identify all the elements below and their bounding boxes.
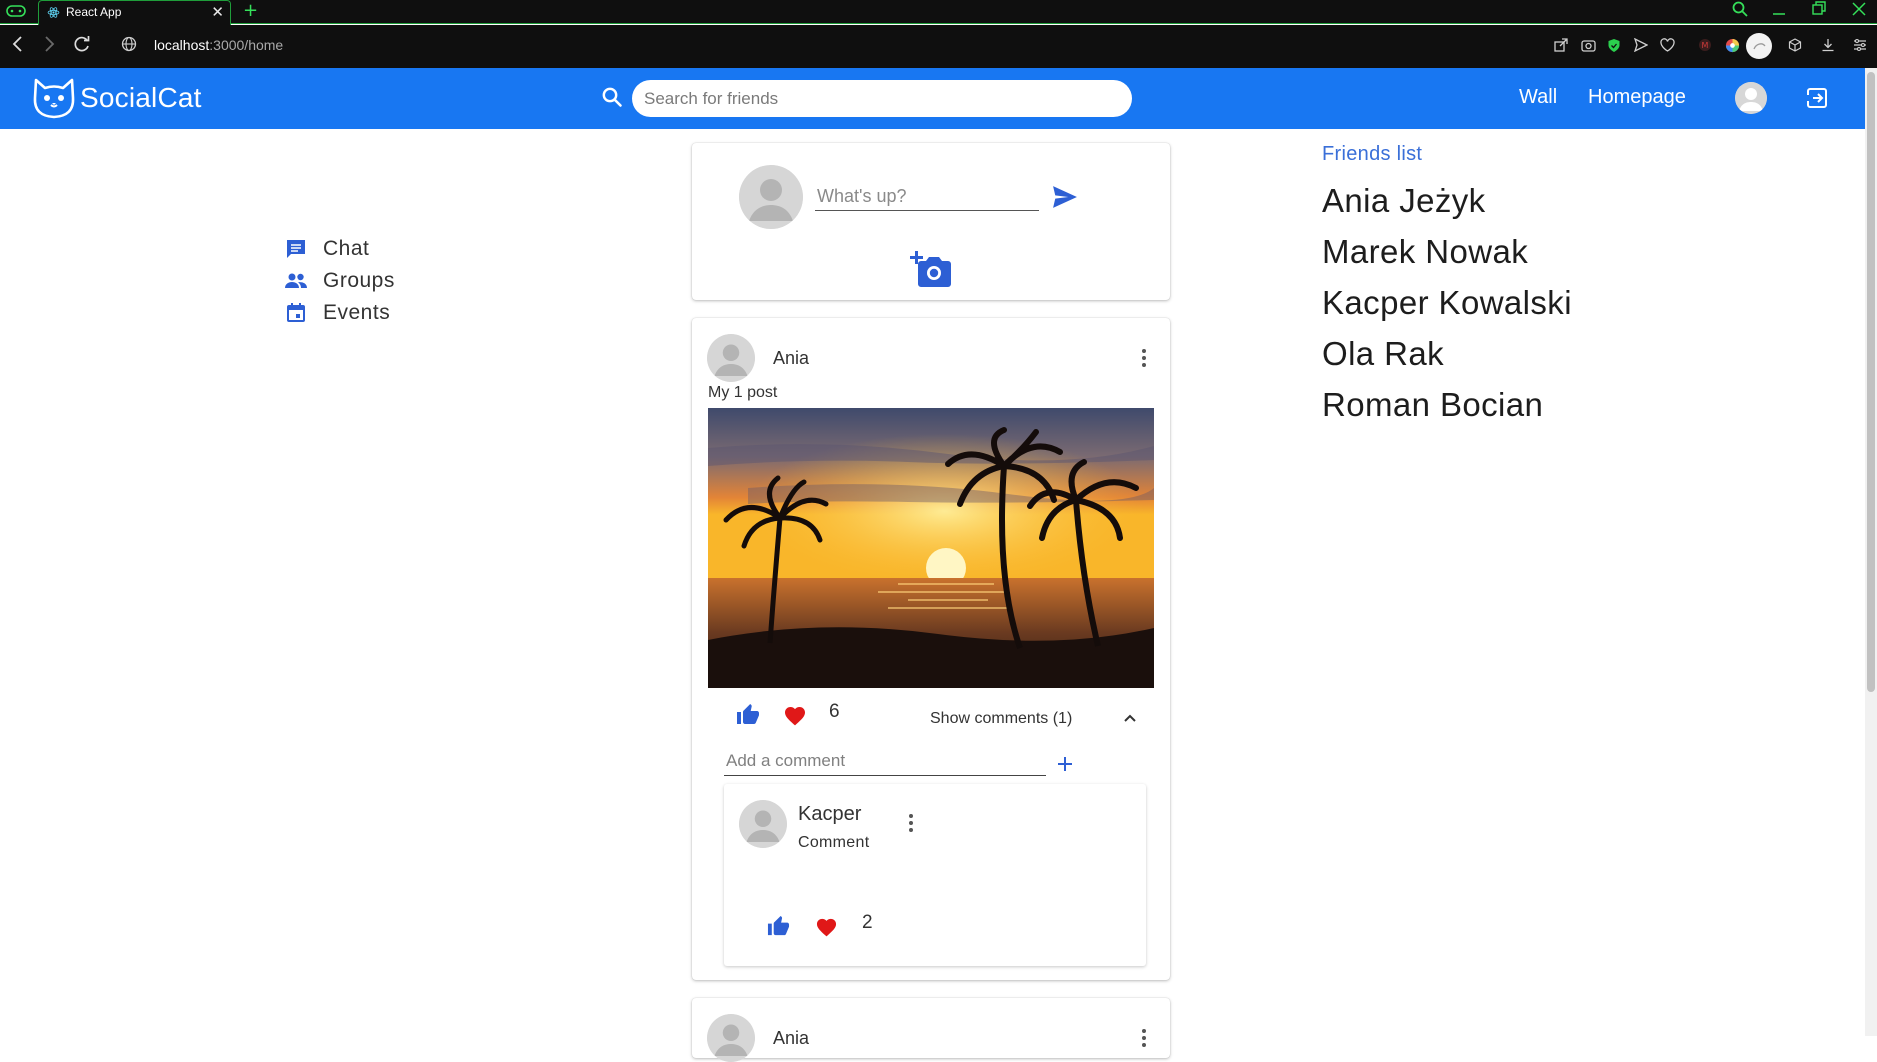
- friends-list: Ania Jeżyk Marek Nowak Kacper Kowalski O…: [1322, 180, 1572, 435]
- calendar-icon: [287, 303, 305, 322]
- post-card: Ania: [692, 998, 1170, 1062]
- sidebar-item-label: Events: [323, 301, 391, 324]
- chat-icon: [287, 240, 305, 258]
- post-composer: [692, 143, 1170, 300]
- person-icon: [1735, 82, 1767, 114]
- brand-logo[interactable]: SocialCat: [30, 76, 202, 120]
- post-image[interactable]: [708, 408, 1154, 688]
- post-card: Ania My 1 post 6 Show comments (1) Add a…: [692, 318, 1170, 980]
- person-icon: [707, 1014, 755, 1062]
- browser-search-icon[interactable]: [1732, 1, 1748, 21]
- comment-text: Comment: [798, 834, 870, 851]
- like-icon[interactable]: [767, 915, 790, 938]
- friend-item[interactable]: Ola Rak: [1322, 333, 1572, 384]
- react-logo-icon: [47, 7, 60, 18]
- url-host: localhost: [154, 37, 210, 53]
- sidebar-item-label: Groups: [323, 269, 395, 292]
- post-author-avatar[interactable]: [707, 1014, 755, 1062]
- browser-tab[interactable]: React App ✕: [38, 0, 231, 25]
- site-info-icon[interactable]: [121, 35, 137, 58]
- whats-up-input[interactable]: [815, 183, 1039, 211]
- comment-author[interactable]: Kacper: [798, 803, 861, 826]
- tab-close-button[interactable]: ✕: [211, 3, 224, 21]
- person-icon: [739, 165, 803, 229]
- extension-m-icon[interactable]: M: [1697, 38, 1713, 54]
- tab-title: React App: [66, 5, 122, 19]
- heart-icon[interactable]: [815, 916, 838, 937]
- sidebar-item-label: Chat: [323, 237, 370, 260]
- composer-avatar: [739, 165, 803, 229]
- profile-icon[interactable]: [1746, 33, 1772, 59]
- post-author[interactable]: Ania: [773, 348, 809, 369]
- more-vert-icon[interactable]: [902, 812, 920, 834]
- address-bar: localhost:3000/home M: [0, 25, 1877, 68]
- minimize-icon[interactable]: [1772, 1, 1786, 21]
- heart-outline-icon[interactable]: [1659, 38, 1675, 54]
- chevron-up-icon[interactable]: [1122, 712, 1138, 724]
- close-window-icon[interactable]: [1852, 1, 1866, 21]
- logout-icon[interactable]: [1805, 86, 1829, 110]
- add-photo-icon[interactable]: [910, 251, 952, 289]
- sidebar-item-chat[interactable]: Chat: [284, 233, 395, 265]
- new-tab-button[interactable]: +: [243, 0, 258, 21]
- comment-reaction-count: 2: [862, 912, 873, 933]
- like-icon[interactable]: [736, 703, 760, 727]
- search-input[interactable]: [632, 80, 1132, 117]
- post-author-avatar[interactable]: [707, 334, 755, 382]
- browser-menu-icon[interactable]: [6, 4, 28, 20]
- back-icon[interactable]: [10, 35, 26, 58]
- show-comments-button[interactable]: Show comments (1): [930, 710, 1072, 728]
- friend-item[interactable]: Marek Nowak: [1322, 231, 1572, 282]
- forward-icon[interactable]: [41, 35, 57, 58]
- person-icon: [739, 800, 787, 848]
- post-author[interactable]: Ania: [773, 1028, 809, 1049]
- app-header: SocialCat Wall Homepage: [0, 68, 1865, 129]
- browser-tab-strip: React App ✕ +: [0, 0, 1877, 25]
- easy-setup-icon[interactable]: [1852, 38, 1868, 54]
- svg-text:M: M: [1702, 41, 1709, 50]
- person-icon: [707, 334, 755, 382]
- groups-icon: [285, 273, 307, 288]
- color-wheel-icon[interactable]: [1724, 38, 1740, 54]
- scrollbar-thumb[interactable]: [1867, 72, 1875, 692]
- post-text: My 1 post: [708, 384, 778, 401]
- url-path: :3000/home: [209, 37, 284, 53]
- post-reaction-count: 6: [829, 701, 840, 722]
- restore-icon[interactable]: [1812, 1, 1826, 21]
- brand-name: SocialCat: [80, 82, 202, 113]
- send-icon[interactable]: [1052, 185, 1078, 209]
- more-vert-icon[interactable]: [1135, 347, 1153, 369]
- sidebar-item-events[interactable]: Events: [284, 297, 395, 329]
- sidebar-item-groups[interactable]: Groups: [284, 265, 395, 297]
- camera-icon[interactable]: [1580, 38, 1596, 54]
- friend-item[interactable]: Kacper Kowalski: [1322, 282, 1572, 333]
- page-scrollbar[interactable]: [1865, 68, 1877, 1036]
- reload-icon[interactable]: [73, 35, 91, 58]
- shield-icon[interactable]: [1606, 38, 1622, 54]
- comment-card: Kacper Comment 2: [724, 784, 1146, 966]
- add-icon[interactable]: [1056, 755, 1074, 773]
- heart-icon[interactable]: [783, 704, 807, 726]
- nav-wall[interactable]: Wall: [1519, 86, 1557, 109]
- comment-author-avatar[interactable]: [739, 800, 787, 848]
- add-comment-input[interactable]: [724, 746, 1046, 776]
- friend-item[interactable]: Roman Bocian: [1322, 384, 1572, 435]
- search-icon[interactable]: [600, 85, 624, 109]
- send-icon[interactable]: [1633, 37, 1649, 54]
- friend-item[interactable]: Ania Jeżyk: [1322, 180, 1572, 231]
- share-icon[interactable]: [1553, 38, 1569, 54]
- user-avatar[interactable]: [1735, 82, 1767, 114]
- cat-logo-icon: [33, 78, 75, 119]
- nav-homepage[interactable]: Homepage: [1588, 86, 1686, 109]
- url-field[interactable]: localhost:3000/home: [154, 37, 283, 53]
- cube-icon[interactable]: [1787, 38, 1803, 54]
- sidebar-menu: Chat Groups Events: [284, 233, 395, 329]
- more-vert-icon[interactable]: [1135, 1027, 1153, 1049]
- friends-list-title: Friends list: [1322, 143, 1423, 165]
- download-icon[interactable]: [1820, 38, 1836, 54]
